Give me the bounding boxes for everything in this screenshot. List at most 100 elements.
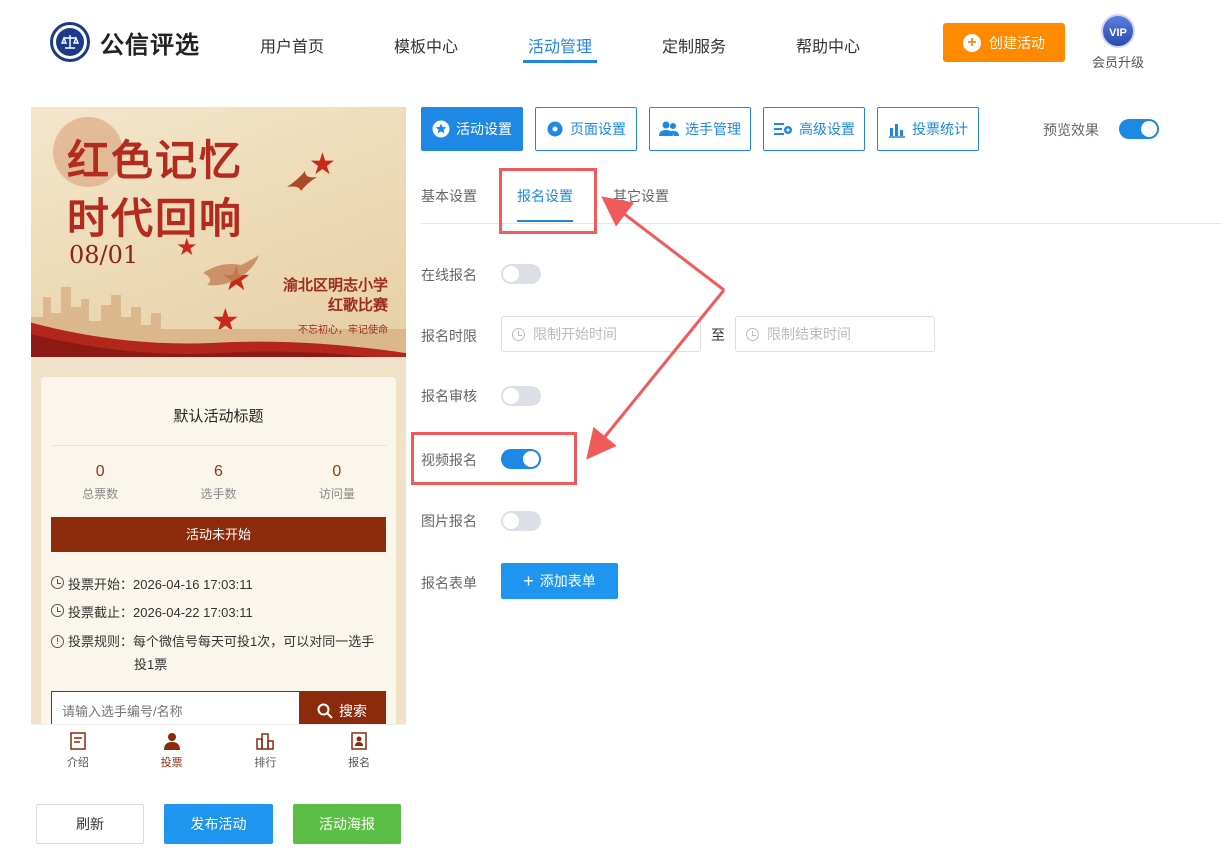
tab-basic-settings[interactable]: 基本设置: [421, 186, 477, 206]
poster-school-line1: 渝北区明志小学: [282, 276, 388, 294]
online-signup-toggle[interactable]: [501, 264, 541, 284]
stat-value: 0: [332, 463, 342, 480]
poster-banner: 红色记忆 时代回响 08/01 ★ ★ ★ ★ 渝北区明志小学 红歌比赛 不忘初…: [31, 107, 406, 357]
nav-help[interactable]: 帮助中心: [761, 0, 895, 88]
signup-end-time-input[interactable]: 限制结束时间: [735, 316, 935, 352]
vote-rule-row: ! 投票规则：每个微信号每天可投1次，可以对同一选手 投1票: [51, 630, 374, 676]
create-activity-label: 创建活动: [989, 34, 1045, 51]
activity-card: 默认活动标题 0 总票数 6 选手数 0 访问量 活动未开始 投票开始：2026…: [41, 377, 396, 780]
signup-end-placeholder: 限制结束时间: [767, 326, 851, 342]
logo-seal-icon: [50, 22, 90, 62]
page-settings-button[interactable]: 页面设置: [535, 107, 637, 151]
advanced-settings-button[interactable]: 高级设置: [763, 107, 865, 151]
clock-icon: [51, 576, 64, 589]
tab-label: 介绍: [66, 757, 89, 769]
tool-label: 页面设置: [570, 121, 626, 137]
poster-school: 渝北区明志小学 红歌比赛: [283, 275, 388, 315]
stat-value: 0: [95, 463, 105, 480]
preview-label: 预览效果: [1043, 122, 1099, 138]
image-signup-label: 图片报名: [421, 513, 477, 529]
stats-row: 0 总票数 6 选手数 0 访问量: [41, 463, 396, 502]
stat-contestants: 6 选手数: [159, 463, 277, 502]
tab-label: 排行: [254, 757, 277, 769]
nav-custom-service[interactable]: 定制服务: [627, 0, 761, 88]
refresh-button[interactable]: 刷新: [36, 804, 144, 844]
star-icon: [432, 120, 450, 138]
poster-title-line1: 红色记忆: [67, 136, 244, 185]
poster-title-line2: 时代回响: [67, 194, 244, 243]
intro-icon: [70, 732, 86, 750]
activity-title: 默认活动标题: [173, 408, 264, 425]
activity-status-banner: 活动未开始: [51, 517, 386, 552]
tab-label: 投票: [160, 757, 183, 769]
signup-start-time-input[interactable]: 限制开始时间: [501, 316, 701, 352]
tool-label: 活动设置: [456, 121, 512, 137]
brand-name: 公信评选: [100, 31, 200, 59]
clock-icon: [746, 327, 759, 341]
phone-preview: 红色记忆 时代回响 08/01 ★ ★ ★ ★ 渝北区明志小学 红歌比赛 不忘初…: [31, 107, 406, 780]
clock-icon: [51, 604, 64, 617]
stat-label: 总票数: [82, 487, 119, 501]
tab-ranking[interactable]: 排行: [219, 725, 313, 780]
create-activity-button[interactable]: + 创建活动: [943, 23, 1065, 62]
tab-intro[interactable]: 介绍: [31, 725, 125, 780]
preview-toggle[interactable]: [1119, 119, 1159, 139]
stat-visits: 0 访问量: [278, 463, 396, 502]
advanced-settings-icon: [774, 123, 792, 135]
vip-label: 会员升级: [1091, 55, 1144, 70]
phone-body: 默认活动标题 0 总票数 6 选手数 0 访问量 活动未开始 投票开始：2026…: [31, 357, 406, 780]
contestant-management-button[interactable]: 选手管理: [649, 107, 751, 151]
add-form-button[interactable]: + 添加表单: [501, 563, 618, 599]
plus-icon: +: [523, 571, 534, 591]
signup-period-label: 报名时限: [421, 328, 477, 344]
signup-icon: [351, 732, 367, 750]
tab-label: 报名: [348, 757, 371, 769]
vote-rule-line2: 投1票: [134, 657, 168, 672]
vote-rule-line1: 投票规则：每个微信号每天可投1次，可以对同一选手: [68, 634, 375, 649]
add-form-label: 添加表单: [539, 573, 596, 589]
vip-upgrade[interactable]: VIP 会员升级: [1088, 14, 1148, 71]
signup-review-toggle[interactable]: [501, 386, 541, 406]
phone-tabbar: 介绍 投票 排行 报名: [31, 724, 406, 780]
image-signup-toggle[interactable]: [501, 511, 541, 531]
users-icon: [659, 121, 679, 136]
vote-end-row: 投票截止：2026-04-22 17:03:11: [51, 602, 253, 621]
poster-slogan: 不忘初心，牢记使命: [298, 325, 388, 336]
activity-poster-button[interactable]: 活动海报: [293, 804, 401, 844]
vote-start-text: 投票开始：2026-04-16 17:03:11: [68, 577, 253, 592]
tool-label: 选手管理: [685, 121, 741, 137]
search-button-label: 搜索: [339, 703, 367, 719]
nav-home[interactable]: 用户首页: [225, 0, 359, 88]
settings-toolbar: 活动设置 页面设置 选手管理 高级设置 投票统计: [421, 107, 991, 151]
ranking-icon: [256, 733, 275, 750]
stat-label: 访问量: [318, 487, 355, 501]
clock-icon: [512, 327, 525, 341]
header: 公信评选 用户首页 模板中心 活动管理 定制服务 帮助中心 + 创建活动 VIP…: [0, 0, 1229, 88]
star-icon: ★: [176, 234, 198, 261]
logo[interactable]: 公信评选: [50, 22, 200, 62]
tab-other-settings[interactable]: 其它设置: [613, 186, 669, 206]
poster-school-line2: 红歌比赛: [327, 296, 388, 314]
bar-chart-icon: [889, 124, 905, 138]
tab-vote[interactable]: 投票: [125, 725, 219, 780]
nav-activity-management[interactable]: 活动管理: [493, 0, 627, 88]
poster-date: 08/01: [69, 241, 139, 269]
vip-badge-icon: VIP: [1101, 14, 1135, 48]
signup-start-placeholder: 限制开始时间: [533, 326, 617, 342]
annotation-arrow: [586, 289, 726, 460]
activity-settings-button[interactable]: 活动设置: [421, 107, 523, 151]
stat-total-votes: 0 总票数: [41, 463, 159, 502]
nav-templates[interactable]: 模板中心: [359, 0, 493, 88]
online-signup-label: 在线报名: [421, 267, 477, 283]
tool-label: 高级设置: [799, 121, 855, 137]
divider: [51, 445, 386, 446]
stat-value: 6: [214, 463, 223, 480]
main-nav: 用户首页 模板中心 活动管理 定制服务 帮助中心: [225, 0, 895, 88]
publish-activity-button[interactable]: 发布活动: [164, 804, 273, 844]
tab-signup[interactable]: 报名: [312, 725, 406, 780]
vote-statistics-button[interactable]: 投票统计: [877, 107, 979, 151]
swallow-icon: [287, 171, 317, 191]
signup-form-label: 报名表单: [421, 575, 477, 591]
tool-label: 投票统计: [912, 121, 968, 137]
stat-label: 选手数: [200, 487, 237, 501]
